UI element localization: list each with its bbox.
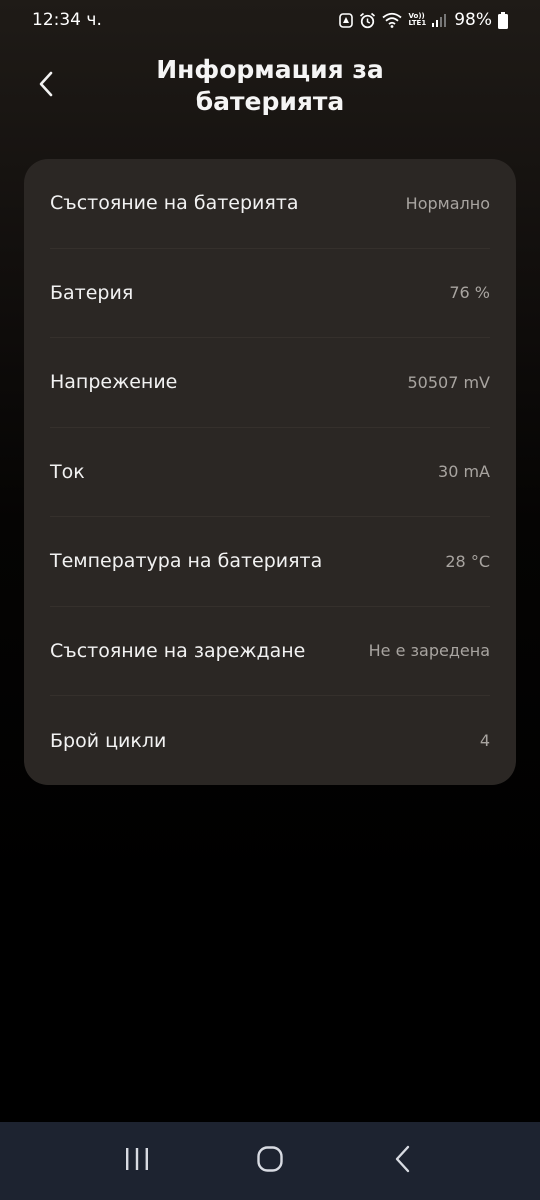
info-label: Батерия (50, 281, 134, 304)
info-row-battery-state: Състояние на батерията Нормално (50, 159, 490, 249)
header: Информация за батерията (0, 48, 540, 138)
info-row-temperature: Температура на батерията 28 °C (50, 517, 490, 607)
wifi-icon (382, 12, 403, 28)
info-value: 28 °C (445, 551, 490, 571)
battery-icon (498, 11, 508, 29)
home-button[interactable] (240, 1131, 300, 1191)
recent-apps-icon (124, 1147, 150, 1175)
info-label: Състояние на батерията (50, 192, 299, 215)
notification-icon (339, 12, 354, 28)
info-row-battery-level: Батерия 76 % (50, 249, 490, 338)
info-value: 4 (479, 731, 490, 751)
chevron-left-icon (37, 70, 55, 102)
volte-icon: Vo)) LTE1 (408, 13, 426, 27)
info-row-cycle-count: Брой цикли 4 (50, 696, 490, 786)
info-row-voltage: Напрежение 50507 mV (50, 338, 490, 428)
status-time: 12:34 ч. (32, 10, 102, 30)
battery-info-card: Състояние на батерията Нормално Батерия … (24, 159, 516, 785)
info-row-charge-state: Състояние на зареждане Не е заредена (50, 607, 490, 696)
info-value: 76 % (449, 283, 490, 303)
info-value: Нормално (405, 193, 490, 213)
status-right: Vo)) LTE1 98% (339, 10, 508, 30)
info-label: Брой цикли (50, 729, 167, 752)
back-icon (394, 1145, 412, 1177)
home-icon (256, 1145, 284, 1177)
page-title-line1: Информация за (156, 55, 384, 84)
signal-icon (432, 13, 447, 27)
page-title-line2: батерията (195, 87, 345, 116)
info-value: 50507 mV (407, 372, 490, 392)
recent-apps-button[interactable] (107, 1131, 167, 1191)
navigation-bar (0, 1122, 540, 1200)
info-label: Състояние на зареждане (50, 639, 306, 662)
battery-percent: 98% (454, 10, 492, 30)
info-row-current: Ток 30 mA (50, 428, 490, 517)
status-bar: 12:34 ч. Vo)) LTE1 98% (0, 0, 540, 40)
back-button[interactable] (26, 66, 66, 106)
page-title: Информация за батерията (110, 54, 430, 118)
back-nav-button[interactable] (373, 1131, 433, 1191)
alarm-icon (359, 12, 376, 29)
info-value: 30 mA (438, 462, 490, 482)
battery-info-screen: 12:34 ч. Vo)) LTE1 98% Информация за бат… (0, 0, 540, 1200)
info-label: Ток (50, 460, 85, 483)
info-value: Не е заредена (368, 641, 490, 661)
info-label: Температура на батерията (50, 550, 323, 573)
info-label: Напрежение (50, 371, 178, 394)
status-left: 12:34 ч. (32, 10, 102, 30)
volte-bottom-label: LTE1 (408, 19, 427, 27)
